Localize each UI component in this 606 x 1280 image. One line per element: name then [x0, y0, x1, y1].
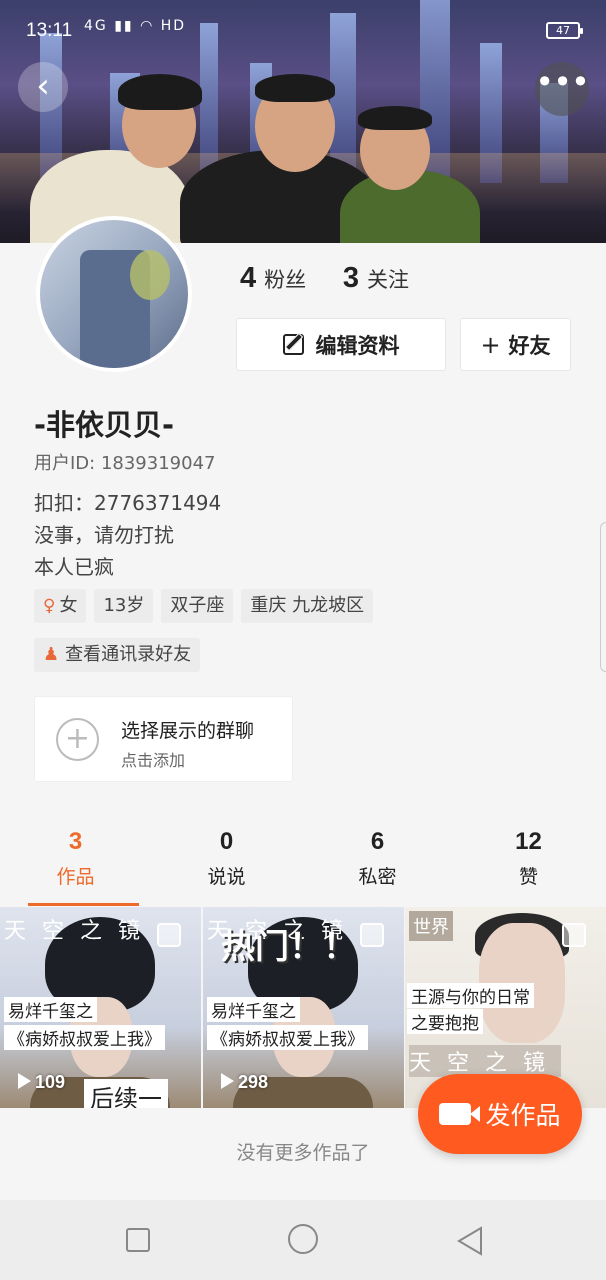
play-count: 298 [221, 1072, 268, 1093]
back-button[interactable]: ‹ [18, 62, 68, 112]
zodiac-tag: 双子座 [161, 589, 234, 623]
more-button[interactable]: ••• [535, 62, 590, 116]
contacts-friends-link[interactable]: ♟ 查看通讯录好友 [34, 638, 201, 672]
edit-icon [282, 334, 304, 355]
group-chat-card[interactable]: + 选择展示的群聊 点击添加 [34, 696, 293, 782]
play-count-text: 109 [35, 1072, 66, 1092]
edit-profile-button[interactable]: 编辑资料 [236, 318, 446, 371]
tab-count: 12 [515, 828, 542, 855]
user-name: -非依贝贝- [34, 408, 175, 442]
avatar[interactable] [36, 216, 192, 372]
work-caption-1: 易烊千玺之 [207, 997, 300, 1022]
following-label: 关注 [366, 268, 409, 292]
following-stat[interactable]: 3 关注 [343, 262, 409, 294]
followers-label: 粉丝 [264, 268, 307, 292]
tab-moments[interactable]: 0 说说 [151, 828, 302, 906]
work-bottom-text: 天空之镜 [409, 1045, 562, 1077]
status-bar: 13:11 4G ▮▮ ◠ HD 47 [0, 0, 606, 62]
play-icon [18, 1073, 31, 1089]
network-type: 4G [84, 18, 108, 34]
signal-icon: 4G ▮▮ ◠ HD [84, 18, 187, 34]
bio-line-2: 没事，请勿打扰 [34, 523, 174, 547]
post-work-label: 发作品 [485, 1101, 561, 1130]
following-count: 3 [342, 262, 359, 294]
profile-tabs: 3 作品 0 说说 6 私密 12 赞 [0, 828, 606, 906]
video-camera-icon [439, 1103, 481, 1125]
work-thumbnail-2[interactable]: 天空之镜 热门！！ 易烊千玺之 《病娇叔叔爱上我》 298 [203, 907, 404, 1108]
tab-label: 赞 [518, 866, 538, 888]
recent-apps-icon[interactable] [126, 1228, 150, 1252]
tab-label: 私密 [358, 866, 397, 888]
work-thumbnail-1[interactable]: 天空之镜 易烊千玺之 《病娇叔叔爱上我》 109 后续一 [0, 907, 201, 1108]
profile-tags: ♀ 女 13岁 双子座 重庆 九龙坡区 [34, 589, 374, 623]
tab-count: 0 [219, 828, 234, 855]
followers-count: 4 [240, 262, 257, 294]
tab-likes[interactable]: 12 赞 [453, 828, 604, 906]
play-count: 109 [18, 1072, 65, 1093]
post-work-button[interactable]: 发作品 [418, 1074, 582, 1154]
home-icon[interactable] [288, 1224, 318, 1254]
system-nav-bar [0, 1200, 606, 1280]
tab-label: 作品 [56, 866, 95, 888]
contacts-icon: ♟ [43, 644, 60, 665]
user-id: 用户ID: 1839319047 [34, 453, 216, 474]
work-caption-2: 之要抱抱 [407, 1009, 483, 1034]
work-caption-2: 《病娇叔叔爱上我》 [207, 1025, 368, 1050]
profile-stats: 4 粉丝 3 关注 [240, 262, 439, 295]
more-dots-icon: ••• [535, 63, 590, 101]
select-checkbox[interactable] [157, 923, 181, 947]
add-friend-label: 好友 [508, 333, 551, 358]
group-card-title: 选择展示的群聊 [121, 720, 255, 742]
age-tag: 13岁 [94, 589, 154, 623]
tab-private[interactable]: 6 私密 [302, 828, 453, 906]
world-text: 世界 [409, 911, 453, 941]
add-circle-icon: + [56, 718, 99, 761]
chevron-left-icon: ‹ [36, 66, 50, 106]
tab-count: 6 [370, 828, 385, 855]
select-checkbox[interactable] [360, 923, 384, 947]
hot-label: 热门！！ [221, 927, 357, 967]
work-caption-1: 易烊千玺之 [4, 997, 97, 1022]
plus-icon: + [480, 330, 501, 359]
location-tag: 重庆 九龙坡区 [241, 589, 374, 623]
followers-stat[interactable]: 4 粉丝 [240, 262, 313, 294]
battery-icon: 47 [546, 22, 583, 39]
side-scroll-handle[interactable] [600, 522, 606, 672]
work-caption-2: 《病娇叔叔爱上我》 [4, 1025, 165, 1050]
hd-badge: HD [160, 18, 187, 34]
tab-label: 说说 [207, 866, 246, 888]
bio-line-3: 本人已疯 [34, 555, 114, 579]
group-card-subtitle: 点击添加 [121, 751, 186, 770]
select-checkbox[interactable] [562, 923, 586, 947]
play-count-text: 298 [238, 1072, 269, 1092]
female-icon: ♀ [43, 596, 56, 616]
work-caption-1: 王源与你的日常 [407, 983, 534, 1008]
work-top-text: 天空之镜 [4, 919, 157, 944]
contacts-label: 查看通讯录好友 [65, 644, 192, 665]
status-time: 13:11 [26, 20, 73, 41]
gender-tag: ♀ 女 [34, 589, 87, 623]
gender-text: 女 [59, 595, 78, 616]
edit-profile-label: 编辑资料 [315, 333, 400, 358]
work-extra-text: 后续一 [84, 1079, 168, 1108]
add-friend-button[interactable]: + 好友 [460, 318, 571, 371]
tab-count: 3 [68, 828, 83, 855]
play-icon [221, 1073, 234, 1089]
bio-line-1: 扣扣：2776371494 [34, 491, 222, 515]
tab-works[interactable]: 3 作品 [0, 828, 151, 906]
